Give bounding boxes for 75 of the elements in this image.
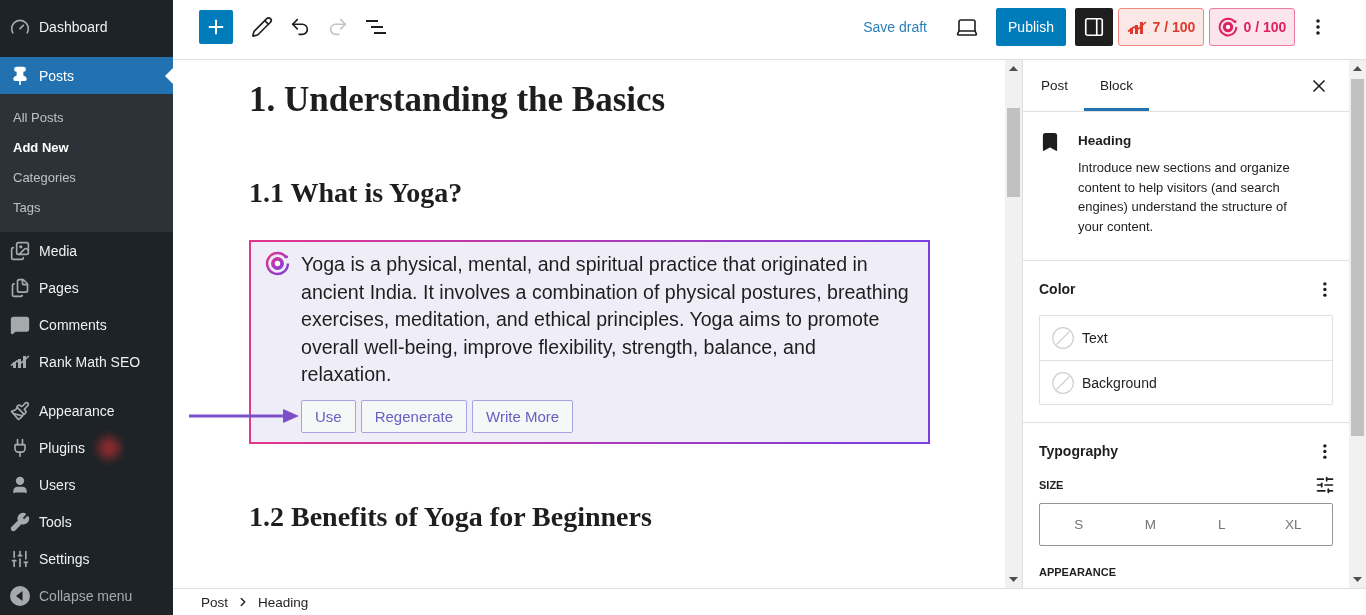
speech-bubble-icon [10, 314, 30, 335]
bar-chart-icon [10, 354, 30, 369]
suggestion-action-button[interactable]: Write More [472, 399, 574, 433]
sliders-icon [10, 548, 30, 569]
size-label: SIZE [1039, 479, 1064, 491]
sidebar-menu-item[interactable]: Appearance [0, 392, 173, 429]
documents-icon [10, 277, 30, 298]
panel-tab[interactable]: Block [1084, 60, 1150, 111]
block-description: Introduce new sections and organize content to help visitors (and search engines) understand the structure of your content. [1078, 159, 1291, 236]
empty-swatch-icon [1052, 371, 1074, 394]
ring-logo-icon [265, 251, 290, 276]
sidebar-menu-item[interactable]: Comments [0, 306, 173, 343]
submenu-item[interactable]: All Posts [0, 102, 173, 132]
submenu-item[interactable]: Categories [0, 162, 173, 192]
font-size-option[interactable]: L [1186, 507, 1258, 542]
section-heading: 1. Understanding the Basics [249, 80, 666, 120]
save-draft-button[interactable]: Save draft [859, 9, 931, 45]
scrollbar-thumb[interactable] [1351, 79, 1364, 436]
sidebar-menu-item[interactable]: Rank Math SEO [0, 343, 173, 380]
color-option[interactable]: Text [1040, 316, 1332, 360]
paintbrush-icon [10, 400, 30, 421]
sidebar-menu-item[interactable]: Users [0, 466, 173, 503]
font-size-option[interactable]: XL [1257, 507, 1329, 542]
section-title: Typography [1039, 443, 1119, 459]
breadcrumb-current: Heading [257, 594, 310, 610]
sidebar-menu-item[interactable]: Settings [0, 540, 173, 577]
scroll-down-arrow-icon[interactable] [1353, 577, 1362, 582]
add-block-button[interactable] [199, 10, 233, 44]
settings-toggle-button[interactable] [1075, 8, 1113, 46]
suggestion-action-button[interactable]: Regenerate [360, 399, 468, 433]
scroll-down-arrow-icon[interactable] [1009, 577, 1018, 582]
sidebar-menu-item[interactable]: Media [0, 232, 173, 269]
block-title: Heading [1078, 132, 1133, 150]
collapse-menu-button[interactable]: Collapse menu [0, 577, 173, 614]
sidebar-menu-item[interactable]: Posts [0, 57, 173, 94]
collapse-arrow-icon [10, 585, 30, 606]
scroll-up-arrow-icon[interactable] [1009, 66, 1018, 71]
appearance-label: APPEARANCE [1039, 566, 1116, 578]
bar-chart-icon [1126, 19, 1147, 35]
suggestion-action-button[interactable]: Use [301, 399, 356, 433]
more-vertical-icon [1316, 19, 1320, 35]
section-title: Color [1039, 281, 1076, 297]
subsection-heading: 1.1 What is Yoga? [249, 176, 463, 210]
undo-icon [289, 16, 311, 38]
panel-tab[interactable]: Post [1025, 60, 1084, 111]
ai-suggestion-text: Yoga is a physical, mental, and spiritual practice that originated in ancient India. It involves a combination of physical postures, breathing exercises, meditation, and ethical principles. Yoga aims to promote overall well-being, improve flexibility, strength, balance, and relaxation. [301, 252, 910, 387]
images-icon [10, 240, 30, 261]
sidebar-menu-item[interactable]: Tools [0, 503, 173, 540]
submenu-item[interactable]: Tags [0, 192, 173, 222]
list-view-icon [365, 19, 387, 35]
breadcrumb-link[interactable]: Post [199, 594, 230, 610]
color-option[interactable]: Background [1040, 360, 1332, 404]
ring-logo-icon [1217, 17, 1238, 37]
publish-button[interactable]: Publish [996, 8, 1066, 46]
empty-swatch-icon [1052, 327, 1074, 349]
pushpin-icon [10, 65, 30, 86]
pencil-icon [251, 16, 273, 38]
sidebar-menu-item[interactable]: Pages [0, 269, 173, 306]
sidebar-panel-icon [1083, 16, 1105, 38]
redo-icon [327, 16, 349, 38]
wrench-icon [10, 511, 30, 532]
sidebar-menu-item[interactable]: Dashboard [0, 8, 173, 45]
score-button[interactable]: 0 / 100 [1209, 8, 1295, 46]
sliders-icon [1315, 475, 1335, 495]
scrollbar-thumb[interactable] [1007, 108, 1020, 197]
font-size-option[interactable]: S [1043, 507, 1115, 542]
scroll-up-arrow-icon[interactable] [1353, 66, 1362, 71]
user-icon [10, 474, 30, 495]
more-vertical-icon [1323, 281, 1327, 297]
more-vertical-icon [1323, 443, 1327, 459]
font-size-option[interactable]: M [1114, 507, 1186, 542]
sidebar-menu-item[interactable]: Plugins [0, 429, 173, 466]
subsection-heading: 1.2 Benefits of Yoga for Beginners [249, 499, 652, 534]
submenu-item[interactable]: Add New [0, 132, 173, 162]
score-button[interactable]: 7 / 100 [1118, 8, 1204, 46]
